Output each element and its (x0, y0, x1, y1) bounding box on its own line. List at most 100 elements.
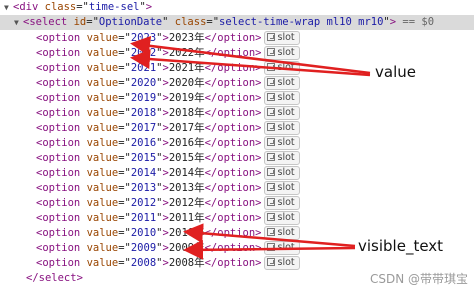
option-value-attr: 2011 (130, 212, 157, 224)
option-visible-text: 2018年 (168, 107, 205, 119)
option-value-attr: 2013 (130, 182, 157, 194)
slot-badge[interactable]: slot (263, 121, 300, 135)
option-value-attr: 2012 (130, 197, 157, 209)
slot-link-icon (266, 63, 275, 71)
slot-label: slot (277, 47, 295, 58)
slot-badge[interactable]: slot (263, 46, 300, 60)
slot-link-icon (266, 213, 275, 221)
slot-badge[interactable]: slot (263, 211, 300, 225)
option-value-attr: 2018 (130, 107, 157, 119)
option-visible-text: 2020年 (168, 77, 205, 89)
slot-badge[interactable]: slot (263, 91, 300, 105)
div-time-sel-node[interactable]: ▼ <div class="time-sel"> (4, 0, 152, 15)
option-node[interactable]: <option value="2012">2012年</option> slot (36, 196, 300, 211)
slot-badge[interactable]: slot (263, 61, 300, 75)
slot-badge[interactable]: slot (263, 76, 300, 90)
option-value-attr: 2010 (130, 227, 157, 239)
option-visible-text: 2022年 (168, 47, 205, 59)
slot-badge[interactable]: slot (263, 136, 300, 150)
option-node[interactable]: <option value="2018">2018年</option> slot (36, 106, 300, 121)
option-node[interactable]: <option value="2013">2013年</option> slot (36, 181, 300, 196)
option-node[interactable]: <option value="2011">2011年</option> slot (36, 211, 300, 226)
watermark: CSDN @带带琪宝 (369, 272, 468, 286)
value-annotation-label: value (375, 63, 416, 81)
slot-label: slot (277, 62, 295, 73)
slot-link-icon (266, 33, 275, 41)
option-node[interactable]: <option value="2014">2014年</option> slot (36, 166, 300, 181)
slot-link-icon (266, 93, 275, 101)
option-value-attr: 2020 (130, 77, 157, 89)
option-visible-text: 2010年 (168, 227, 205, 239)
option-value-attr: 2019 (130, 92, 157, 104)
slot-link-icon (266, 138, 275, 146)
slot-label: slot (277, 32, 295, 43)
slot-badge[interactable]: slot (263, 106, 300, 120)
select-class-value: select-time-wrap ml10 mr10 (219, 16, 384, 28)
collapse-triangle-icon[interactable]: ▼ (4, 0, 13, 15)
slot-label: slot (277, 182, 295, 193)
option-node[interactable]: <option value="2023">2023年</option> slot (36, 31, 300, 46)
option-node[interactable]: <option value="2009">2009年</option> slot (36, 241, 300, 256)
slot-label: slot (277, 107, 295, 118)
slot-badge[interactable]: slot (263, 166, 300, 180)
div-attr-name: class (44, 1, 77, 13)
option-value-attr: 2009 (130, 242, 157, 254)
select-node[interactable]: ▼ <select id="OptionDate" class="select-t… (14, 15, 434, 30)
slot-link-icon (266, 153, 275, 161)
option-value-attr: 2008 (130, 257, 157, 269)
option-node[interactable]: <option value="2021">2021年</option> slot (36, 61, 300, 76)
slot-link-icon (266, 228, 275, 236)
slot-label: slot (277, 242, 295, 253)
option-visible-text: 2008年 (168, 257, 205, 269)
collapse-triangle-icon[interactable]: ▼ (14, 15, 23, 30)
option-visible-text: 2012年 (168, 197, 205, 209)
slot-label: slot (277, 137, 295, 148)
slot-link-icon (266, 243, 275, 251)
slot-link-icon (266, 258, 275, 266)
option-value-attr: 2023 (130, 32, 157, 44)
div-tag-name: div (19, 1, 39, 13)
selected-node-marker: == $0 (402, 16, 435, 28)
slot-link-icon (266, 78, 275, 86)
option-node[interactable]: <option value="2010">2010年</option> slot (36, 226, 300, 241)
slot-label: slot (277, 167, 295, 178)
option-value-attr: 2017 (130, 122, 157, 134)
option-visible-text: 2023年 (168, 32, 205, 44)
select-id-attr: id (73, 16, 87, 28)
slot-link-icon (266, 168, 275, 176)
option-value-attr: 2022 (130, 47, 157, 59)
slot-badge[interactable]: slot (263, 256, 300, 270)
select-tag-name: select (29, 16, 68, 28)
option-node[interactable]: <option value="2016">2016年</option> slot (36, 136, 300, 151)
option-value-attr: 2016 (130, 137, 157, 149)
option-visible-text: 2013年 (168, 182, 205, 194)
option-node[interactable]: <option value="2022">2022年</option> slot (36, 46, 300, 61)
slot-badge[interactable]: slot (263, 31, 300, 45)
slot-badge[interactable]: slot (263, 241, 300, 255)
slot-label: slot (277, 227, 295, 238)
select-id-value: OptionDate (98, 16, 163, 28)
slot-label: slot (277, 197, 295, 208)
visible-text-annotation-label: visible_text (358, 237, 444, 255)
slot-badge[interactable]: slot (263, 181, 300, 195)
option-visible-text: 2011年 (168, 212, 205, 224)
slot-badge[interactable]: slot (263, 151, 300, 165)
slot-badge[interactable]: slot (263, 226, 300, 240)
div-attr-value: time-sel (88, 1, 140, 13)
option-visible-text: 2021年 (168, 62, 205, 74)
option-node[interactable]: <option value="2008">2008年</option> slot (36, 256, 300, 271)
option-node[interactable]: <option value="2020">2020年</option> slot (36, 76, 300, 91)
option-node[interactable]: <option value="2015">2015年</option> slot (36, 151, 300, 166)
select-class-attr: class (174, 16, 207, 28)
option-node[interactable]: <option value="2017">2017年</option> slot (36, 121, 300, 136)
option-visible-text: 2017年 (168, 122, 205, 134)
option-visible-text: 2019年 (168, 92, 205, 104)
slot-label: slot (277, 212, 295, 223)
select-close-tag: </select> (26, 272, 83, 284)
slot-label: slot (277, 257, 295, 268)
slot-link-icon (266, 48, 275, 56)
slot-badge[interactable]: slot (263, 196, 300, 210)
slot-label: slot (277, 77, 295, 88)
option-value-attr: 2021 (130, 62, 157, 74)
option-node[interactable]: <option value="2019">2019年</option> slot (36, 91, 300, 106)
